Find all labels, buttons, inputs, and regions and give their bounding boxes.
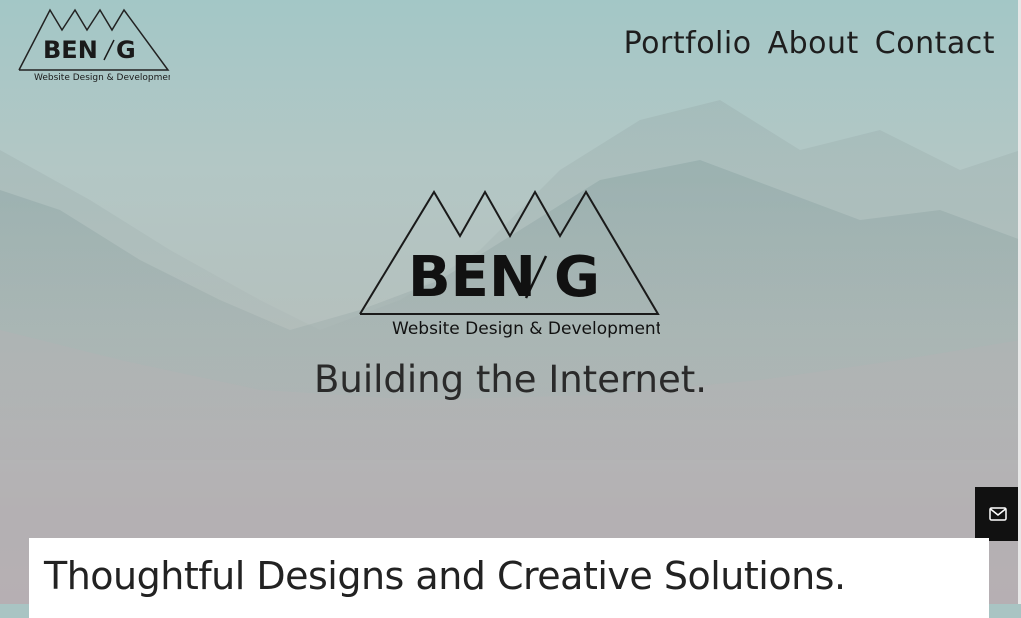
nav-about[interactable]: About [768,26,859,61]
logo-name-right: G [116,36,136,64]
intro-card: Thoughtful Designs and Creative Solution… [29,538,989,618]
hero-headline: Building the Internet. [313,358,708,401]
site-logo[interactable]: BEN G Website Design & Development [18,8,170,84]
section-title: Thoughtful Designs and Creative Solution… [44,554,846,598]
logo-subtitle: Website Design & Development [34,73,170,83]
logo-name-left: BEN [43,36,98,64]
main-nav: Portfolio About Contact [624,26,995,61]
contact-float-button[interactable] [975,487,1021,541]
hero-logo-subtitle: Website Design & Development [392,319,660,339]
hero-logo-name-left: BEN [408,245,536,310]
nav-contact[interactable]: Contact [875,26,995,61]
hero-logo-name-right: G [554,245,600,310]
envelope-icon [989,507,1007,521]
nav-portfolio[interactable]: Portfolio [624,26,752,61]
logo-slash [103,39,115,61]
hero-logo: BEN G Website Design & Development [359,190,660,339]
